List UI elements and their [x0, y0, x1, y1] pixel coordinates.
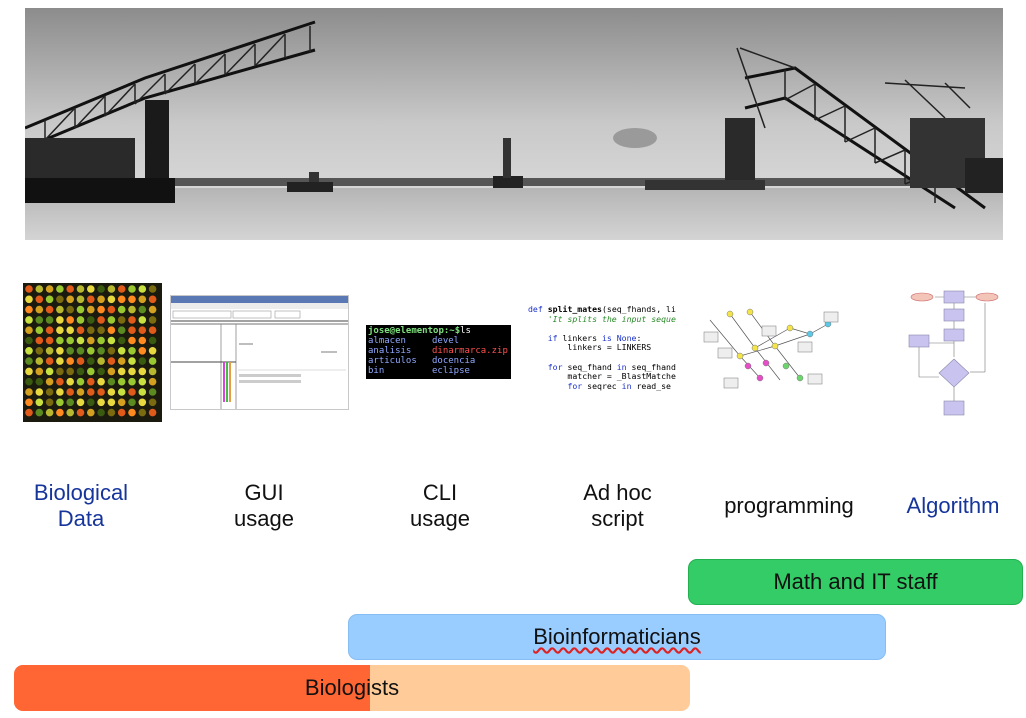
step-label-biological-data: Biological Data	[20, 480, 142, 532]
bioinformaticians-bar: Bioinformaticians	[348, 614, 886, 660]
step-label-programming: programming	[715, 493, 863, 519]
step-label-line: Biological	[33, 480, 129, 505]
biologists-label: Biologists	[304, 675, 400, 700]
gui-screenshot-image	[170, 295, 349, 410]
step-label-line: Data	[57, 506, 105, 531]
cli-output-item: devel	[432, 336, 460, 346]
cli-prompt-line: jose@elementop:~$ ls	[368, 326, 509, 336]
python-code-image: def split_mates(seq_fhands, li 'It split…	[528, 305, 684, 400]
math-it-staff-label: Math and IT staff	[773, 569, 938, 594]
algorithm-flowchart-image	[905, 287, 1003, 419]
step-label-line: usage	[234, 506, 294, 531]
step-label-gui-usage: GUI usage	[204, 480, 324, 532]
step-label-line: script	[591, 506, 644, 531]
step-label-line: programming	[724, 493, 854, 518]
step-label-line: GUI	[244, 480, 284, 505]
microarray-image	[23, 283, 162, 422]
math-it-staff-bar: Math and IT staff	[688, 559, 1023, 605]
cli-output-row: almacen devel	[368, 336, 509, 346]
cli-output-item: almacen	[368, 336, 406, 346]
step-label-adhoc-script: Ad hoc script	[555, 480, 680, 532]
cli-output-item: dinarmarca.zip	[432, 346, 508, 356]
programming-graph-image	[700, 308, 842, 394]
cli-output-item: docencia	[432, 356, 476, 366]
cli-output-item: analisis	[368, 346, 412, 356]
step-label-algorithm: Algorithm	[897, 493, 1009, 519]
cli-output-item: eclipse	[432, 366, 470, 376]
cli-output-row: analisis dinarmarca.zip	[368, 346, 509, 356]
cli-output-item: bin	[368, 366, 385, 376]
cli-terminal-image: jose@elementop:~$ ls almacen devel analisi…	[366, 325, 511, 379]
cli-output-row: articulos docencia	[368, 356, 509, 366]
cli-output-row: bin eclipse	[368, 366, 509, 376]
cli-command: ls	[460, 326, 471, 336]
biologists-bar: Biologists	[14, 665, 690, 711]
cli-prompt: jose@elementop:~$	[368, 326, 461, 336]
step-label-line: Ad hoc	[583, 480, 652, 505]
cli-output-item: articulos	[368, 356, 417, 366]
step-label-line: Algorithm	[906, 493, 1000, 518]
step-label-cli-usage: CLI usage	[380, 480, 500, 532]
bioinformaticians-label: Bioinformaticians	[533, 624, 701, 649]
step-label-line: usage	[410, 506, 470, 531]
bridge-photo	[25, 8, 1003, 240]
step-label-line: CLI	[422, 480, 458, 505]
